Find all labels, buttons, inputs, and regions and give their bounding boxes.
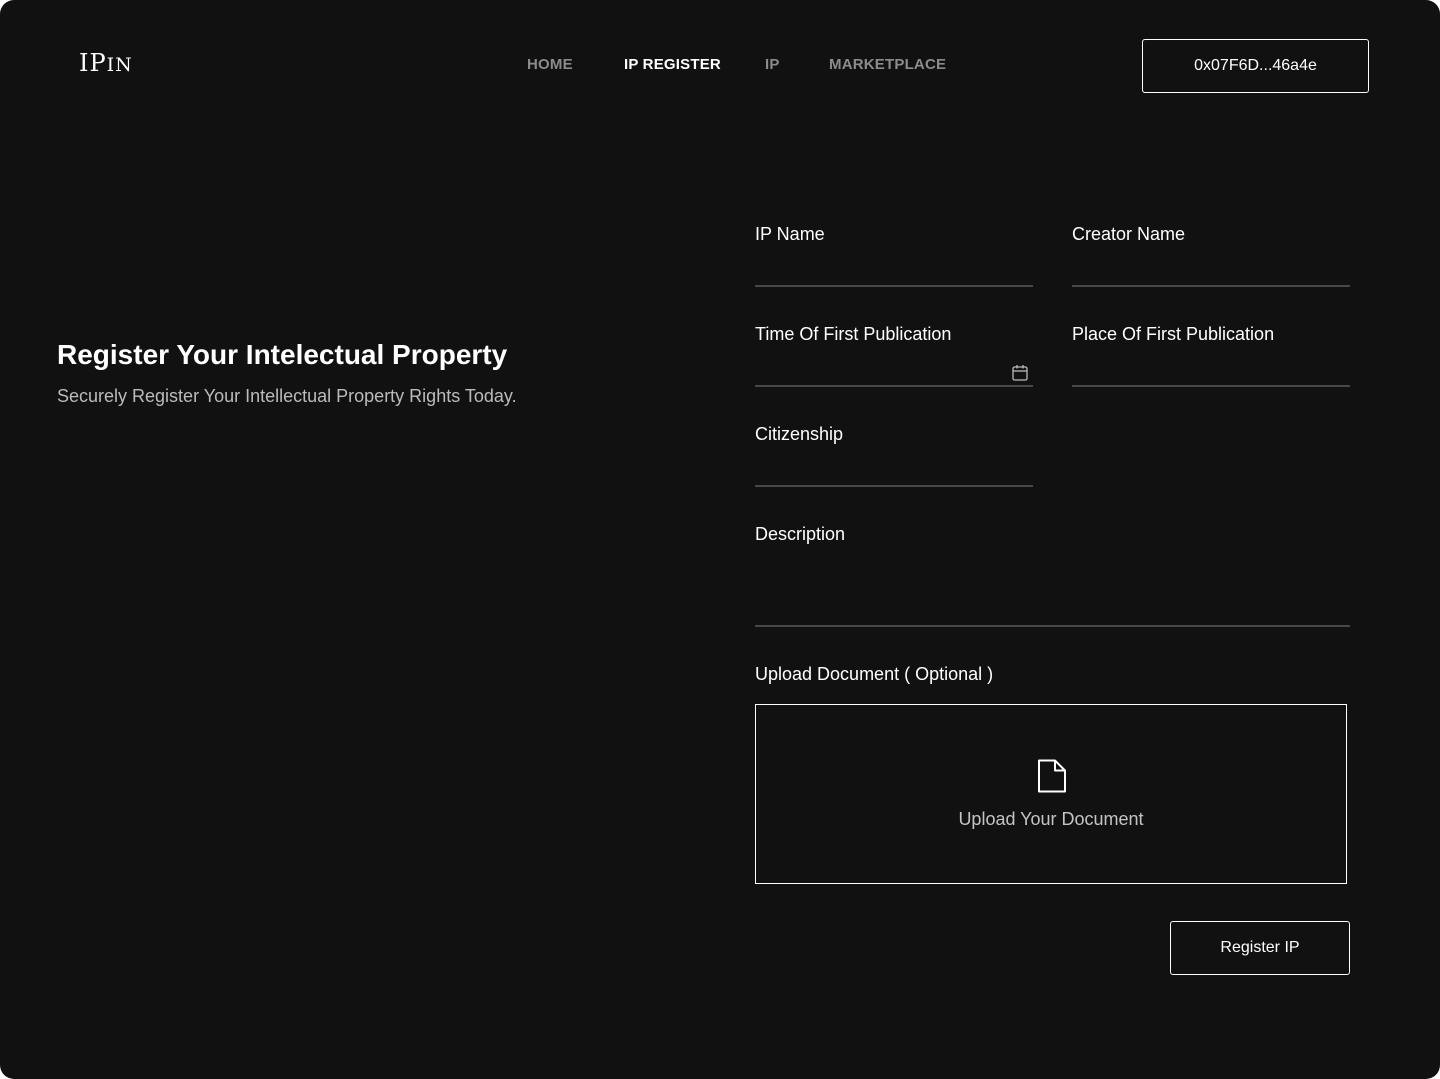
upload-document-label: Upload Document ( Optional ) [755, 664, 994, 684]
creator-name-field-group: Creator Name [1072, 224, 1350, 287]
publication-time-field-group: Time Of First Publication [755, 324, 1033, 387]
wallet-address-button[interactable]: 0x07F6D...46a4e [1142, 39, 1369, 93]
upload-dropzone[interactable]: Upload Your Document [755, 704, 1347, 884]
nav-home[interactable]: HOME [527, 56, 573, 73]
citizenship-input[interactable] [755, 455, 1033, 487]
publication-place-label: Place Of First Publication [1072, 324, 1275, 344]
creator-name-label: Creator Name [1072, 224, 1186, 244]
nav-ip-register[interactable]: IP REGISTER [624, 56, 721, 73]
publication-place-field-group: Place Of First Publication [1072, 324, 1350, 387]
ip-name-label: IP Name [755, 224, 825, 244]
description-input[interactable] [755, 595, 1350, 627]
publication-place-input[interactable] [1072, 355, 1350, 387]
description-label: Description [755, 524, 846, 544]
page-subtitle: Securely Register Your Intellectual Prop… [57, 386, 517, 406]
description-field-group: Description [755, 524, 1350, 627]
publication-time-label: Time Of First Publication [755, 324, 952, 344]
ipin-logo[interactable]: IPIN [79, 49, 133, 77]
nav-ip[interactable]: IP [765, 56, 780, 73]
register-ip-button[interactable]: Register IP [1170, 921, 1350, 975]
upload-prompt-text: Upload Your Document [958, 809, 1144, 829]
app-window: IPIN HOME IP REGISTER IP MARKETPLACE 0x0… [0, 0, 1440, 1079]
creator-name-input[interactable] [1072, 255, 1350, 287]
ip-name-input[interactable] [755, 255, 1033, 287]
nav-marketplace[interactable]: MARKETPLACE [829, 56, 946, 73]
page-title: Register Your Intelectual Property [57, 339, 508, 370]
citizenship-label: Citizenship [755, 424, 844, 444]
publication-time-input[interactable] [755, 355, 1033, 387]
citizenship-field-group: Citizenship [755, 424, 1033, 487]
document-icon [1038, 759, 1066, 793]
calendar-icon[interactable] [1012, 364, 1028, 381]
ip-name-field-group: IP Name [755, 224, 1033, 287]
